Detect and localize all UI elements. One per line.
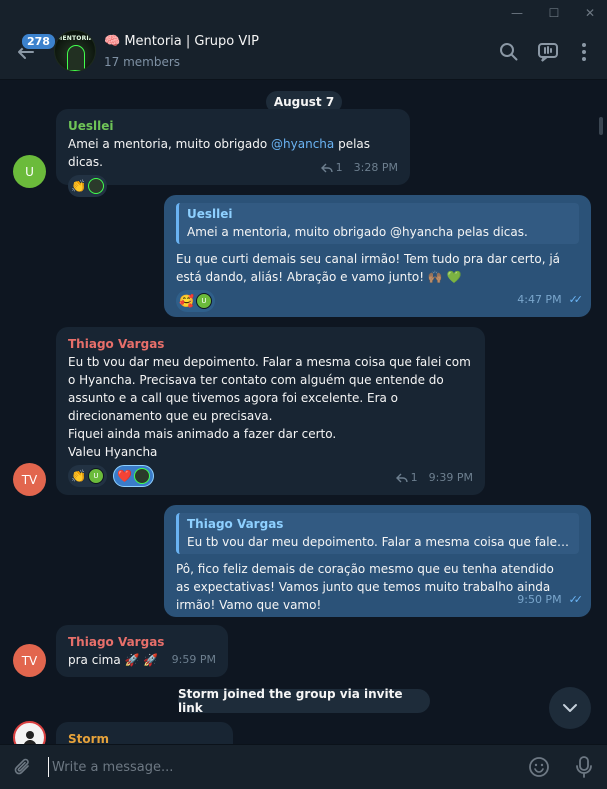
group-avatar[interactable]: MENTORIA	[54, 30, 96, 72]
message-time: 3:28 PM	[353, 161, 398, 174]
reactions-row: 👏	[68, 175, 398, 197]
sender-name[interactable]: Storm	[68, 730, 221, 744]
clap-emoji: 👏	[71, 469, 86, 483]
reply-arrow-icon	[395, 473, 408, 483]
avatar-storm[interactable]	[13, 721, 46, 744]
scrollbar-thumb[interactable]	[599, 117, 603, 135]
reaction-clap[interactable]: 👏 U	[68, 465, 107, 487]
group-avatar-figure	[67, 45, 85, 71]
reply-quote[interactable]: Thiago Vargas Eu tb vou dar meu depoimen…	[176, 513, 579, 554]
message-input[interactable]	[48, 757, 348, 777]
message-bubble[interactable]: Thiago Vargas pra cima 🚀 🚀 9:59 PM	[56, 625, 228, 677]
more-vertical-icon[interactable]	[573, 41, 595, 63]
maximize-button[interactable]: ☐	[537, 0, 571, 26]
message-list[interactable]: August 7 U Uesllei Amei a mentoria, muit…	[0, 81, 607, 744]
message-meta: 1 9:39 PM	[395, 469, 473, 487]
message-meta: 4:47 PM ✓✓	[517, 291, 584, 309]
scroll-to-bottom-button[interactable]	[549, 687, 591, 729]
sender-name[interactable]: Uesllei	[68, 117, 398, 135]
message-time: 9:39 PM	[428, 471, 473, 484]
avatar-uesllei[interactable]: U	[13, 155, 46, 188]
message-time: 9:50 PM	[517, 593, 562, 606]
reactor-avatar: U	[195, 293, 212, 309]
member-count: 17 members	[104, 55, 181, 69]
message-time: 4:47 PM	[517, 293, 562, 306]
message-meta: 9:59 PM	[172, 651, 216, 669]
read-checkmarks-icon: ✓✓	[568, 593, 584, 606]
message-meta: 9:50 PM ✓✓	[517, 591, 584, 609]
emoji-icon[interactable]	[528, 756, 550, 778]
mention-link[interactable]: @hyancha	[271, 137, 334, 151]
quote-sender: Uesllei	[187, 207, 233, 221]
group-avatar-text: MENTORIA	[56, 35, 94, 42]
sender-name[interactable]: Thiago Vargas	[68, 335, 473, 353]
quote-sender: Thiago Vargas	[187, 517, 284, 531]
microphone-icon[interactable]	[573, 755, 595, 779]
heart-emoji: ❤️	[116, 469, 132, 483]
message-bubble-outgoing[interactable]: Thiago Vargas Eu tb vou dar meu depoimen…	[164, 505, 591, 617]
avatar-thiago-vargas[interactable]: TV	[13, 463, 46, 496]
avatar-thiago-vargas[interactable]: TV	[13, 644, 46, 677]
reactor-avatar	[87, 178, 104, 194]
minimize-button[interactable]: —	[500, 0, 534, 26]
service-message: Storm joined the group via invite link	[178, 687, 430, 715]
window-titlebar: — ☐ ✕	[0, 0, 607, 26]
message-meta: 1 3:28 PM	[320, 159, 398, 177]
attach-icon[interactable]	[12, 756, 34, 778]
clap-emoji: 👏	[71, 179, 86, 193]
quote-text: Eu tb vou dar meu depoimento. Falar a me…	[187, 535, 571, 549]
reaction-smiling-hearts[interactable]: 🥰 U	[176, 290, 215, 312]
message-bubble[interactable]: Storm	[56, 722, 233, 744]
message-bubble[interactable]: Thiago Vargas Eu tb vou dar meu depoimen…	[56, 327, 485, 495]
replies-counter[interactable]: 1	[395, 469, 418, 487]
message-bubble-outgoing[interactable]: Uesllei Amei a mentoria, muito obrigado …	[164, 195, 591, 317]
reactor-avatar	[133, 468, 150, 484]
reaction-heart[interactable]: ❤️	[112, 465, 154, 487]
read-checkmarks-icon: ✓✓	[568, 293, 584, 306]
reply-quote[interactable]: Uesllei Amei a mentoria, muito obrigado …	[176, 203, 579, 244]
quote-text: Amei a mentoria, muito obrigado @hyancha…	[187, 225, 528, 239]
close-window-button[interactable]: ✕	[573, 0, 607, 26]
group-title[interactable]: 🧠 Mentoria | Grupo VIP	[104, 34, 259, 49]
live-chat-icon[interactable]	[537, 41, 559, 63]
smiling-hearts-emoji: 🥰	[179, 294, 194, 308]
message-text: Eu tb vou dar meu depoimento. Falar a me…	[68, 355, 471, 459]
reaction-clap[interactable]: 👏	[68, 175, 107, 197]
message-composer	[0, 744, 607, 789]
unread-count-badge: 278	[20, 32, 57, 51]
message-text: Eu que curti demais seu canal irmão! Tem…	[176, 252, 561, 284]
reply-arrow-icon	[320, 163, 333, 173]
message-time: 9:59 PM	[171, 653, 216, 666]
sender-name[interactable]: Thiago Vargas	[68, 633, 216, 651]
message-bubble[interactable]: Uesllei Amei a mentoria, muito obrigado …	[56, 109, 410, 197]
chat-header: 278 MENTORIA 🧠 Mentoria | Grupo VIP 17 m…	[0, 24, 607, 80]
chevron-down-icon	[563, 704, 577, 712]
search-icon[interactable]	[498, 41, 520, 63]
storm-avatar-figure	[23, 730, 36, 744]
replies-counter[interactable]: 1	[320, 159, 343, 177]
reactor-avatar: U	[87, 468, 104, 484]
